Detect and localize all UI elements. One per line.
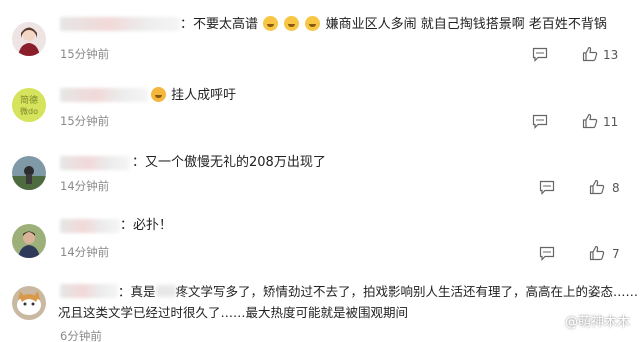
comment-text-part: ：真是: [118, 284, 156, 299]
avatar[interactable]: [12, 286, 46, 320]
comment-text: 挂人成呼吁: [150, 87, 236, 104]
thumbs-up-icon[interactable]: [589, 179, 605, 195]
comment-icon[interactable]: [539, 246, 555, 261]
thumbs-up-icon[interactable]: [582, 113, 598, 129]
comment-icon[interactable]: [532, 47, 548, 62]
comment-icon[interactable]: [539, 180, 555, 195]
like-count: 13: [603, 48, 619, 62]
comment-text: ：不要太高谱 嫌商业区人多闹 就自己掏钱搭景啊 老百姓不背锅: [180, 16, 607, 33]
like-count: 11: [603, 115, 619, 129]
comment-text-line2: 况且这类文学已经过时很久了……最大热度可能就是被围观期间: [58, 305, 409, 320]
comment-text-part: 嫌商业区人多闹 就自己掏钱搭景啊 老百姓不背锅: [325, 17, 607, 32]
like-count: 8: [612, 181, 620, 195]
timestamp: 6分钟前: [60, 329, 102, 342]
username-redacted[interactable]: [60, 284, 118, 298]
emoji-icon: [284, 16, 300, 31]
avatar[interactable]: [12, 22, 46, 56]
username-redacted[interactable]: [60, 17, 180, 31]
svg-text:简德: 简德: [20, 94, 38, 106]
timestamp: 15分钟前: [60, 114, 110, 128]
comment-text-part: 挂人成呼吁: [171, 88, 237, 103]
timestamp: 14分钟前: [60, 245, 110, 259]
comment-text-part: ：不要太高谱: [180, 17, 259, 32]
username-redacted[interactable]: [60, 88, 148, 102]
comment-item-4: ：必扑！ 14分钟前 7: [0, 208, 640, 274]
comment-item-5: ：真是 疼文学写多了，矫情劲过不去了，拍戏影响别人生活还有理了，高高在上的姿态………: [0, 274, 640, 342]
redacted-word: [155, 285, 176, 297]
comment-text: ：真是 疼文学写多了，矫情劲过不去了，拍戏影响别人生活还有理了，高高在上的姿态……: [118, 284, 638, 300]
comment-item-3: ：又一个傲慢无礼的208万出现了 14分钟前 8: [0, 138, 640, 208]
emoji-icon: [263, 16, 279, 31]
thumbs-up-icon[interactable]: [582, 46, 598, 62]
comment-text: ：又一个傲慢无礼的208万出现了: [132, 155, 326, 170]
timestamp: 14分钟前: [60, 179, 110, 193]
heart-eyes-emoji-icon: [151, 87, 166, 102]
comment-text: ：必扑！: [120, 218, 173, 233]
avatar[interactable]: [12, 224, 46, 258]
timestamp: 15分钟前: [60, 47, 110, 61]
svg-text:微do: 微do: [20, 106, 38, 116]
emoji-icon: [305, 16, 321, 31]
watermark: @萌神木木: [564, 315, 630, 330]
comment-item-2: 简德 微do 挂人成呼吁 15分钟前 11: [0, 68, 640, 138]
username-redacted[interactable]: [60, 156, 130, 170]
username-redacted[interactable]: [60, 219, 120, 233]
avatar[interactable]: [12, 156, 46, 190]
comment-item-1: ：不要太高谱 嫌商业区人多闹 就自己掏钱搭景啊 老百姓不背锅 15分钟前 13: [0, 0, 640, 68]
thumbs-up-icon[interactable]: [589, 245, 605, 261]
avatar[interactable]: 简德 微do: [12, 88, 46, 122]
comment-icon[interactable]: [532, 114, 548, 129]
comment-text-part: 疼文学写多了，矫情劲过不去了，拍戏影响别人生活还有理了，高高在上的姿态……: [175, 284, 639, 299]
like-count: 7: [612, 247, 620, 261]
